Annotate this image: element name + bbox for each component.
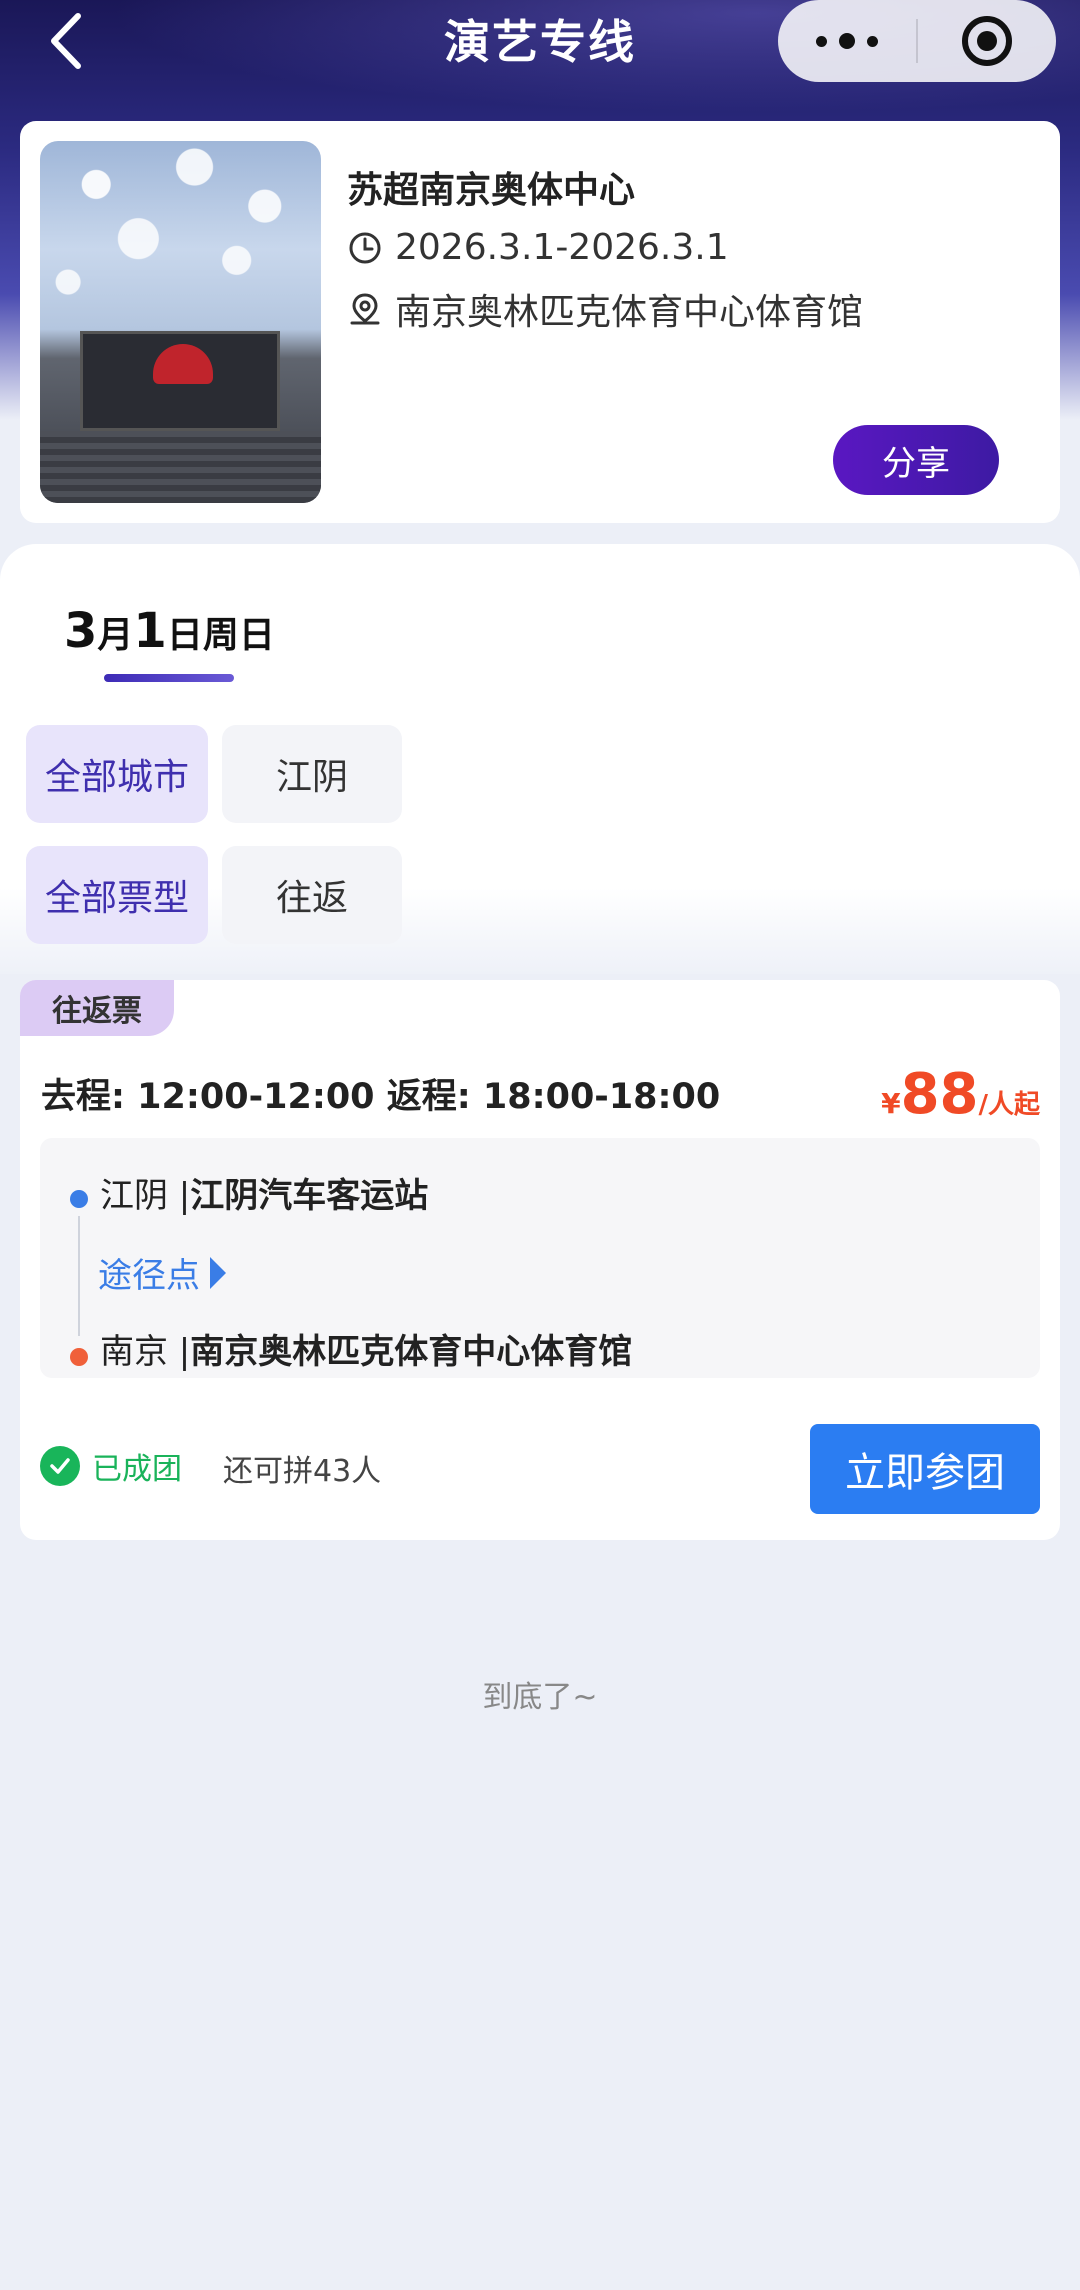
destination-station: 南京奥林匹克体育中心体育馆 [190, 1332, 633, 1372]
share-button[interactable]: 分享 [833, 425, 999, 495]
ticket-type-badge: 往返票 [20, 980, 174, 1036]
destination-dot-icon [70, 1348, 88, 1366]
filter-chip-city-jiangyin[interactable]: 江阴 [222, 725, 402, 823]
date-tab-indicator [104, 674, 234, 682]
date-month: 3 [64, 603, 98, 659]
venue-photo [40, 141, 321, 503]
origin-dot-icon [70, 1190, 88, 1208]
via-points-label: 途径点 [98, 1256, 200, 1296]
date-day: 1 [133, 603, 167, 659]
clock-icon [349, 232, 381, 263]
event-venue-row: 南京奥林匹克体育中心体育馆 [347, 283, 863, 335]
more-dot-icon [839, 33, 855, 49]
filter-chip-all-ticket-types[interactable]: 全部票型 [26, 846, 208, 944]
join-group-button[interactable]: 立即参团 [810, 1424, 1040, 1514]
more-dot-icon [816, 35, 827, 47]
trip-price: ¥ 88 /人起 [881, 1062, 1040, 1127]
date-day-suffix: 日周日 [166, 615, 275, 656]
date-month-suffix: 月 [97, 615, 134, 656]
group-status: 已成团 [40, 1444, 182, 1488]
destination-city: 南京 | [100, 1332, 191, 1372]
trip-times: 去程: 12:00-12:00 返程: 18:00-18:00 [41, 1077, 721, 1117]
origin-city: 江阴 | [100, 1176, 191, 1216]
filter-chip-round-trip[interactable]: 往返 [222, 846, 402, 944]
event-venue: 南京奥林匹克体育中心体育馆 [395, 292, 864, 333]
group-status-label: 已成团 [92, 1452, 182, 1487]
more-menu-button[interactable] [778, 0, 916, 82]
end-of-list-text: 到底了~ [482, 1680, 598, 1715]
more-dot-icon [867, 35, 878, 47]
origin-station: 江阴汽车客运站 [190, 1176, 429, 1216]
origin-stop: 江阴 |江阴汽车客运站 [100, 1168, 428, 1217]
route-box: 江阴 |江阴汽车客运站 途径点 南京 |南京奥林匹克体育中心体育馆 [40, 1138, 1040, 1378]
price-value: 88 [900, 1062, 979, 1127]
close-capsule-button[interactable] [918, 0, 1056, 82]
filter-chip-all-cities[interactable]: 全部城市 [26, 725, 208, 823]
event-name: 苏超南京奥体中心 [347, 170, 636, 211]
route-line [78, 1216, 80, 1336]
via-points-link[interactable]: 途径点 [98, 1248, 226, 1297]
event-date-row: 2026.3.1-2026.3.1 [347, 227, 729, 268]
trip-card[interactable]: 往返票 去程: 12:00-12:00 返程: 18:00-18:00 ¥ 88… [20, 980, 1060, 1540]
event-date-range: 2026.3.1-2026.3.1 [395, 227, 729, 268]
play-arrow-icon [210, 1256, 226, 1289]
price-currency: ¥ [881, 1087, 901, 1120]
location-pin-icon [350, 293, 380, 325]
mini-program-capsule [778, 0, 1056, 82]
date-tab-selected[interactable]: 3 月 1 日周日 [64, 603, 275, 659]
target-icon [962, 16, 1012, 66]
event-info-card: 苏超南京奥体中心 2026.3.1-2026.3.1 南京奥林匹克体育中心体育馆… [20, 121, 1060, 523]
top-nav-bar: 演艺专线 [0, 0, 1080, 82]
destination-stop: 南京 |南京奥林匹克体育中心体育馆 [100, 1324, 632, 1373]
check-circle-icon [40, 1446, 80, 1486]
price-unit: /人起 [978, 1090, 1041, 1120]
remaining-seats: 还可拼43人 [223, 1454, 382, 1489]
